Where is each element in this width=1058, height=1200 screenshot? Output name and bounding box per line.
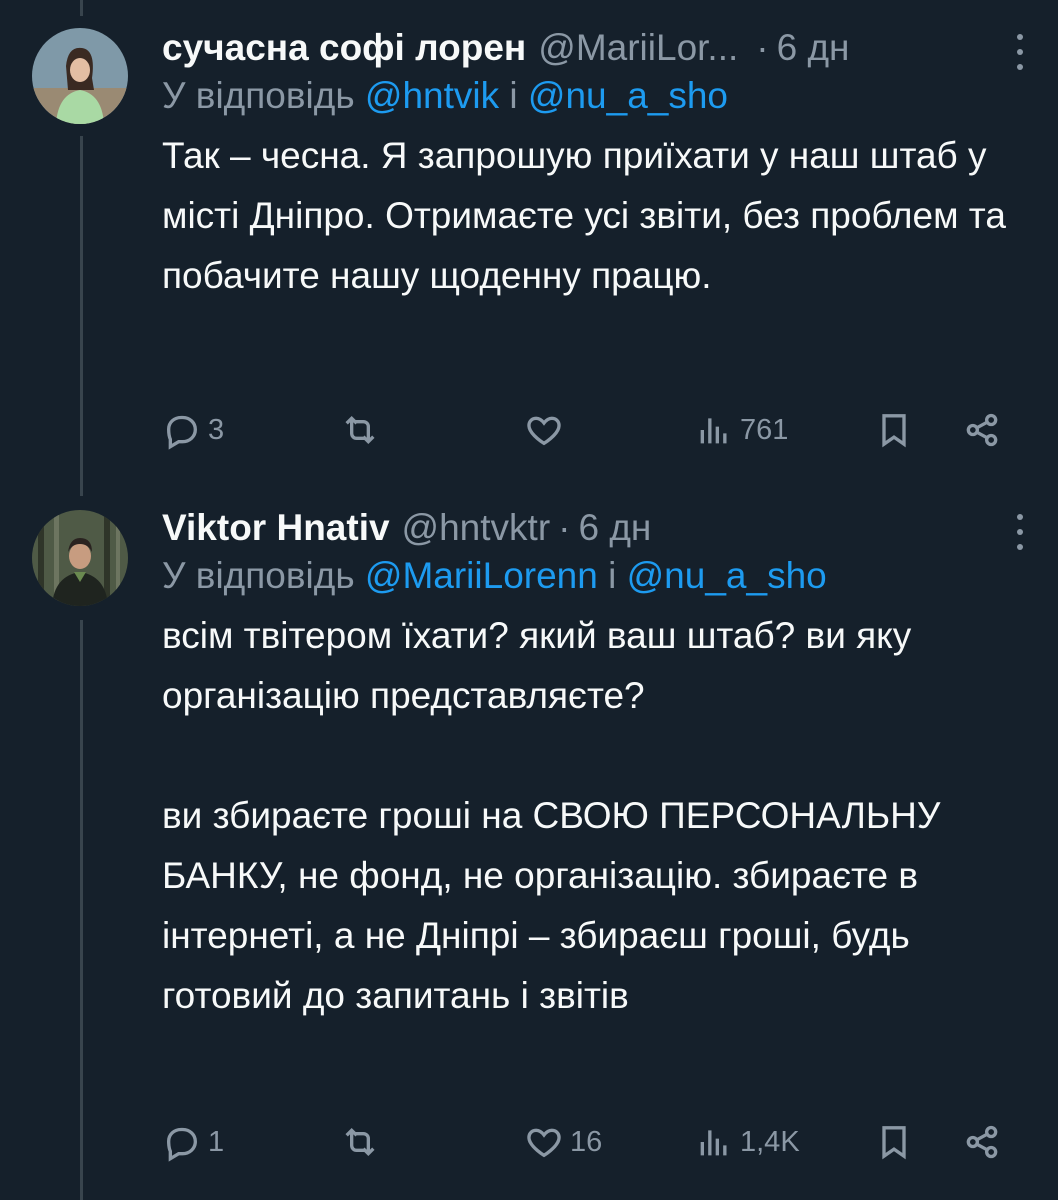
tweet[interactable]: сучасна софі лорен @MariiLor... · 6 дн У… <box>0 0 1058 480</box>
reply-count: 1 <box>208 1125 225 1158</box>
avatar[interactable] <box>32 28 128 124</box>
reply-to-line: У відповідь @MariiLorenn і @nu_a_sho <box>162 554 1028 598</box>
heart-icon <box>527 416 561 446</box>
author-name[interactable]: сучасна софі лорен <box>162 26 526 70</box>
reply-to-line: У відповідь @hntvik і @nu_a_sho <box>162 74 1028 118</box>
views-count: 761 <box>740 413 789 446</box>
separator-dot: · <box>756 27 769 68</box>
bookmark-button[interactable] <box>874 1120 914 1164</box>
tweet-header: Viktor Hnativ @hntvktr · 6 дн <box>162 506 1028 550</box>
timestamp[interactable]: 6 дн <box>777 26 850 70</box>
views-button[interactable]: 1,4K <box>694 1120 800 1164</box>
share-icon <box>966 413 998 447</box>
author-handle[interactable]: @MariiLor... <box>538 26 738 70</box>
like-button[interactable] <box>524 408 564 452</box>
mention-link[interactable]: @MariiLorenn <box>365 555 598 596</box>
retweet-icon <box>345 415 375 445</box>
views-icon <box>700 418 727 444</box>
bookmark-button[interactable] <box>874 408 914 452</box>
retweet-button[interactable] <box>340 1120 380 1164</box>
views-icon <box>700 1130 727 1156</box>
tweet-paragraph: ви збираєте гроші на СВОЮ ПЕРСОНАЛЬНУ БА… <box>162 795 941 1016</box>
more-dots-icon[interactable] <box>1012 514 1028 550</box>
mention-link[interactable]: @hntvik <box>365 75 499 116</box>
avatar-image <box>32 510 128 606</box>
mention-link[interactable]: @nu_a_sho <box>528 75 728 116</box>
retweet-icon <box>345 1127 375 1157</box>
tweet-paragraph: Так – чесна. Я запрошую приїхати у наш ш… <box>162 135 1006 296</box>
reply-icon <box>166 415 198 450</box>
separator-dot: · <box>558 507 571 548</box>
author-handle[interactable]: @hntvktr <box>402 506 551 550</box>
avatar[interactable] <box>32 510 128 606</box>
tweet[interactable]: Viktor Hnativ @hntvktr · 6 дн У відповід… <box>0 496 1058 1200</box>
reply-prefix: У відповідь <box>162 75 355 116</box>
share-icon <box>966 1125 998 1159</box>
tweet-text: Так – чесна. Я запрошую приїхати у наш ш… <box>162 126 1028 306</box>
timestamp[interactable]: 6 дн <box>578 506 651 550</box>
reply-icon <box>166 1127 198 1162</box>
bookmark-icon <box>882 1126 906 1160</box>
avatar-image <box>32 28 128 124</box>
like-count: 16 <box>570 1125 603 1158</box>
reply-joiner: і <box>608 555 617 596</box>
views-button[interactable]: 761 <box>694 408 788 452</box>
reply-button[interactable]: 1 <box>162 1120 224 1164</box>
reply-button[interactable]: 3 <box>162 408 224 452</box>
share-button[interactable] <box>962 408 1002 452</box>
share-button[interactable] <box>962 1120 1002 1164</box>
retweet-button[interactable] <box>340 408 380 452</box>
action-bar: 1 16 1,4K <box>162 1120 1022 1164</box>
reply-prefix: У відповідь <box>162 555 355 596</box>
heart-icon <box>527 1128 561 1158</box>
tweet-header: сучасна софі лорен @MariiLor... · 6 дн <box>162 26 1028 70</box>
tweet-paragraph: всім твітером їхати? який ваш штаб? ви я… <box>162 615 912 716</box>
more-dots-icon[interactable] <box>1012 34 1028 70</box>
author-name[interactable]: Viktor Hnativ <box>162 506 390 550</box>
bookmark-icon <box>882 414 906 448</box>
mention-link[interactable]: @nu_a_sho <box>627 555 827 596</box>
reply-count: 3 <box>208 413 225 446</box>
action-bar: 3 761 <box>162 408 1022 452</box>
views-count: 1,4K <box>740 1125 800 1158</box>
reply-joiner: і <box>509 75 518 116</box>
tweet-text: всім твітером їхати? який ваш штаб? ви я… <box>162 606 1028 1026</box>
like-button[interactable]: 16 <box>524 1120 602 1164</box>
